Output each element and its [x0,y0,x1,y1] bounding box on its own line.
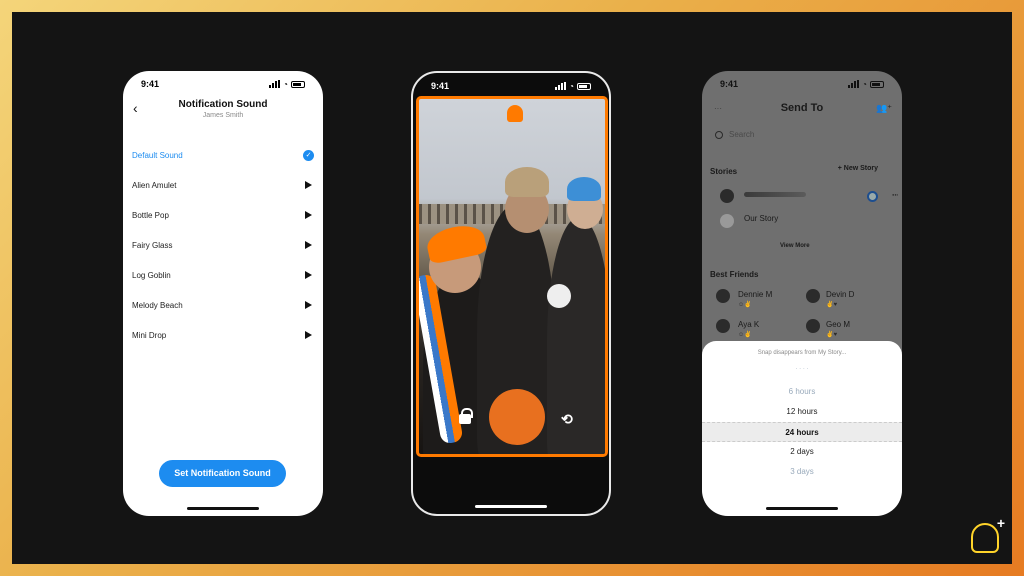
signal-icon [555,82,567,90]
battery-icon [870,80,884,88]
sound-row[interactable]: Melody Beach [132,298,314,312]
status-bar: 9:41 ◔ [413,79,609,93]
friend-avatar [716,289,730,303]
duration-picker-sheet: Snap disappears from My Story... · · · ·… [702,341,902,516]
battery-icon [291,80,305,88]
sound-label: Bottle Pop [132,210,169,220]
play-icon[interactable] [305,181,312,189]
my-story-select-ring[interactable] [867,191,878,202]
sound-row[interactable]: Alien Amulet [132,178,314,192]
friend-emoji: ☺✌ [738,302,752,308]
page-title: Send To [780,102,824,114]
blue-beanie [567,177,601,201]
sheet-caption: Snap disappears from My Story... [757,350,847,356]
snapchat-ghost-icon [507,105,523,122]
sound-row[interactable]: Log Goblin [132,268,314,282]
phone-send-to: 9:41 ◔ ··· Send To 👥⁺ Search Stories + N… [702,71,902,516]
play-icon[interactable] [305,331,312,339]
duration-option[interactable]: 12 hours [702,407,902,416]
page-subtitle: James Smith [202,112,244,119]
friend-avatar [716,319,730,333]
sound-label: Mini Drop [132,330,167,340]
stage-background: 9:41 ◔ ‹ Notification Sound James Smith … [12,12,1012,564]
set-notification-sound-button[interactable]: Set Notification Sound [159,460,286,487]
tan-beanie [505,167,549,197]
sound-row[interactable]: Default Sound ✓ [132,148,314,162]
search-icon [715,130,723,139]
sound-row[interactable]: Mini Drop [132,328,314,342]
status-time: 9:41 [431,81,450,91]
status-bar: 9:41 ◔ [123,77,323,91]
friend-name[interactable]: Geo M [826,320,850,329]
capture-button[interactable] [489,389,545,445]
sound-label: Fairy Glass [132,240,173,250]
battery-icon [577,82,591,90]
wifi-icon: ◔ [862,79,867,89]
play-icon[interactable] [305,241,312,249]
person-right [547,217,605,454]
friend-emoji: ✌♥ [826,332,838,338]
best-friends-heading: Best Friends [710,270,759,279]
play-icon[interactable] [305,211,312,219]
signal-icon [269,80,281,88]
camera-preview: ⟲ [416,96,608,457]
status-time: 9:41 [141,79,160,89]
home-indicator [766,507,838,510]
alphabet-index[interactable]: ●●●●●●●●●●●●●●●●●●●● [892,191,898,331]
friend-avatar [806,289,820,303]
stories-heading: Stories [710,167,738,176]
sound-label: Default Sound [132,150,183,160]
our-story-label[interactable]: Our Story [744,214,778,223]
play-icon[interactable] [305,271,312,279]
page-title: Notification Sound [178,99,268,110]
picker-dots: · · · · [795,366,809,372]
signal-icon [848,80,860,88]
sound-row[interactable]: Fairy Glass [132,238,314,252]
check-icon[interactable]: ✓ [303,149,314,161]
play-icon[interactable] [305,301,312,309]
status-bar: 9:41 ◔ [702,77,902,91]
home-indicator [475,505,547,508]
my-story-avatar [720,189,734,203]
friend-name[interactable]: Devin D [826,290,854,299]
duration-option[interactable]: 2 days [702,447,902,456]
wifi-icon: ◔ [569,81,574,91]
soccer-ball [547,284,571,308]
sound-label: Alien Amulet [132,180,177,190]
my-story-name[interactable] [744,192,806,197]
sound-label: Melody Beach [132,300,183,310]
lock-icon[interactable] [459,408,473,424]
friend-emoji: ✌♥ [826,302,838,308]
view-more-link[interactable]: View More [780,243,810,249]
camera-flip-icon[interactable]: ⟲ [561,411,573,428]
sound-row[interactable]: Bottle Pop [132,208,314,222]
duration-option[interactable]: 6 hours [702,387,902,396]
wifi-icon: ◔ [283,79,288,89]
duration-option-selected[interactable]: 24 hours [702,422,902,442]
friend-avatar [806,319,820,333]
search-field[interactable]: Search [715,130,754,139]
add-friend-icon[interactable]: 👥⁺ [876,103,892,114]
phone-camera: 9:41 ◔ ⟲ [411,71,611,516]
snapchat-add-logo-icon [971,515,1005,553]
friend-emoji: ☺✌ [738,332,752,338]
our-story-avatar [720,214,734,228]
home-indicator [187,507,259,510]
sound-label: Log Goblin [132,270,171,280]
status-time: 9:41 [720,79,739,89]
friend-name[interactable]: Dennie M [738,290,772,299]
new-story-button[interactable]: + New Story [838,165,878,172]
phone-notification-sound: 9:41 ◔ ‹ Notification Sound James Smith … [123,71,323,516]
duration-option[interactable]: 3 days [702,467,902,476]
search-placeholder: Search [729,130,755,139]
friend-name[interactable]: Aya K [738,320,759,329]
